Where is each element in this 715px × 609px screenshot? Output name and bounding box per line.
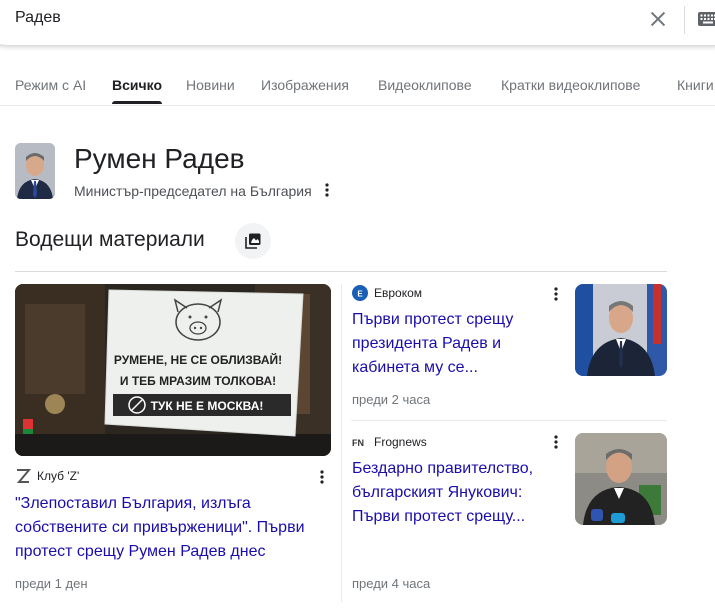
sign-line-2: И ТЕБ МРАЗИМ ТОЛКОВА! (120, 374, 276, 388)
tab-ai-mode[interactable]: Режим с AI (15, 77, 86, 93)
evrokom-logo-icon: E (352, 285, 368, 301)
sign-line-1: РУМЕНЕ, НЕ СЕ ОБЛИЗВАЙ! (114, 352, 282, 367)
story-source[interactable]: FN Frognews (352, 434, 427, 450)
search-input[interactable]: Радев (15, 9, 61, 27)
svg-text:FN: FN (352, 438, 364, 448)
sign-line-3: ТУК НЕ Е МОСКВА! (151, 399, 264, 413)
avatar[interactable] (15, 143, 55, 199)
story-headline[interactable]: "Злепоставил България, излъга собственит… (15, 492, 333, 564)
search-divider (684, 6, 685, 34)
story-time: преди 1 ден (15, 576, 88, 591)
stories-stack-icon (245, 233, 261, 249)
klub-z-logo-icon (16, 469, 31, 483)
svg-text:E: E (357, 290, 363, 299)
tab-books[interactable]: Книги (677, 77, 714, 93)
section-divider (15, 271, 667, 272)
source-name: Евроком (374, 286, 423, 300)
source-name: Клуб 'Z' (37, 469, 80, 483)
story-headline[interactable]: Първи протест срещу президента Радев и к… (352, 308, 562, 380)
tab-news[interactable]: Новини (186, 77, 235, 93)
tab-videos[interactable]: Видеоклипове (378, 77, 472, 93)
story-source[interactable]: Клуб 'Z' (15, 468, 79, 484)
source-name: Frognews (374, 435, 427, 449)
close-icon[interactable] (647, 8, 669, 30)
tab-images[interactable]: Изображения (261, 77, 349, 93)
search-tabs: Режим с AI Всичко Новини Изображения Вид… (0, 68, 715, 106)
entity-description: Министър-председател на България (74, 183, 312, 199)
frognews-logo-icon: FN (352, 438, 364, 448)
keyboard-icon[interactable] (697, 10, 715, 28)
column-divider (341, 284, 342, 602)
story-headline[interactable]: Бездарно правителство, българският Януко… (352, 457, 562, 529)
section-title: Водещи материали (15, 228, 205, 251)
active-tab-indicator (112, 101, 162, 104)
story-thumbnail[interactable] (575, 433, 667, 525)
story-source[interactable]: E Евроком (352, 285, 422, 301)
more-vert-icon[interactable] (551, 434, 561, 450)
more-vert-icon[interactable] (317, 469, 327, 485)
story-time: преди 4 часа (352, 576, 431, 591)
stories-button[interactable] (235, 223, 271, 259)
more-vert-icon[interactable] (322, 182, 332, 198)
more-vert-icon[interactable] (551, 286, 561, 302)
story-image[interactable]: РУМЕНЕ, НЕ СЕ ОБЛИЗВАЙ! И ТЕБ МРАЗИМ ТОЛ… (15, 284, 331, 456)
story-thumbnail[interactable] (575, 284, 667, 376)
tab-all[interactable]: Всичко (112, 77, 162, 93)
entity-name: Румен Радев (74, 143, 245, 174)
tab-short-videos[interactable]: Кратки видеоклипове (501, 77, 640, 93)
search-bar (0, 0, 715, 45)
story-divider (351, 420, 667, 421)
story-time: преди 2 часа (352, 392, 431, 407)
